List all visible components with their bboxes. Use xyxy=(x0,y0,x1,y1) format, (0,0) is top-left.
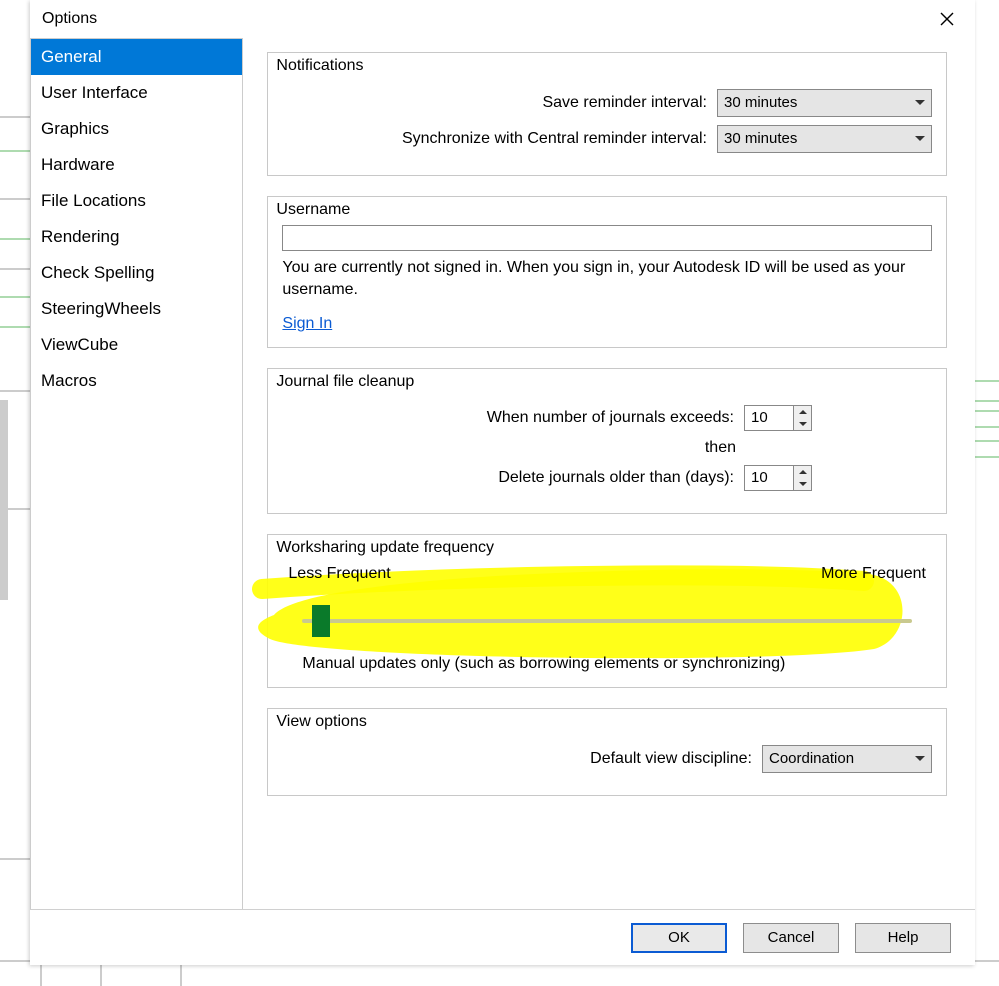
journal-older-label: Delete journals older than (days): xyxy=(498,469,734,487)
username-note: You are currently not signed in. When yo… xyxy=(282,257,932,301)
sidebar-item-macros[interactable]: Macros xyxy=(31,363,242,399)
chevron-down-icon xyxy=(915,756,925,761)
spinner-up-icon[interactable] xyxy=(794,406,811,418)
options-dialog: Options General User Interface Graphics … xyxy=(30,0,975,965)
journal-legend: Journal file cleanup xyxy=(276,373,414,391)
journal-exceeds-input[interactable] xyxy=(744,405,794,431)
sync-reminder-value: 30 minutes xyxy=(724,130,797,147)
journal-group: Journal file cleanup When number of jour… xyxy=(267,368,947,514)
sync-reminder-label: Synchronize with Central reminder interv… xyxy=(402,130,707,148)
username-input[interactable] xyxy=(282,225,932,251)
spinner-up-icon[interactable] xyxy=(794,466,811,478)
journal-exceeds-spinner[interactable] xyxy=(744,405,812,431)
view-discipline-value: Coordination xyxy=(769,750,854,767)
close-button[interactable] xyxy=(927,4,967,34)
worksharing-legend: Worksharing update frequency xyxy=(276,539,494,557)
view-discipline-label: Default view discipline: xyxy=(590,750,752,768)
ws-more-label: More Frequent xyxy=(821,565,926,583)
notifications-group: Notifications Save reminder interval: 30… xyxy=(267,52,947,176)
view-options-group: View options Default view discipline: Co… xyxy=(267,708,947,796)
journal-exceeds-label: When number of journals exceeds: xyxy=(487,409,734,427)
sidebar-item-file-locations[interactable]: File Locations xyxy=(31,183,242,219)
spinner-down-icon[interactable] xyxy=(794,418,811,430)
journal-older-spinner[interactable] xyxy=(744,465,812,491)
worksharing-group: Worksharing update frequency Less Freque… xyxy=(267,534,947,688)
ws-slider-track[interactable] xyxy=(302,619,912,623)
username-group: Username You are currently not signed in… xyxy=(267,196,947,348)
sign-in-link[interactable]: Sign In xyxy=(282,315,332,332)
sync-reminder-combo[interactable]: 30 minutes xyxy=(717,125,932,153)
cancel-button[interactable]: Cancel xyxy=(743,923,839,953)
journal-older-input[interactable] xyxy=(744,465,794,491)
window-title: Options xyxy=(42,10,97,28)
journal-then-label: then xyxy=(705,439,736,457)
close-icon xyxy=(940,12,954,26)
view-options-legend: View options xyxy=(276,713,366,731)
view-discipline-combo[interactable]: Coordination xyxy=(762,745,932,773)
sidebar-item-user-interface[interactable]: User Interface xyxy=(31,75,242,111)
sidebar-item-steeringwheels[interactable]: SteeringWheels xyxy=(31,291,242,327)
settings-content: Notifications Save reminder interval: 30… xyxy=(243,38,975,909)
sidebar-item-graphics[interactable]: Graphics xyxy=(31,111,242,147)
chevron-down-icon xyxy=(915,136,925,141)
save-reminder-value: 30 minutes xyxy=(724,94,797,111)
titlebar: Options xyxy=(30,0,975,38)
dialog-footer: OK Cancel Help xyxy=(30,909,975,965)
ok-button[interactable]: OK xyxy=(631,923,727,953)
sidebar-item-check-spelling[interactable]: Check Spelling xyxy=(31,255,242,291)
notifications-legend: Notifications xyxy=(276,57,363,75)
sidebar-item-general[interactable]: General xyxy=(31,39,242,75)
save-reminder-label: Save reminder interval: xyxy=(542,94,707,112)
sidebar-item-viewcube[interactable]: ViewCube xyxy=(31,327,242,363)
save-reminder-combo[interactable]: 30 minutes xyxy=(717,89,932,117)
ws-less-label: Less Frequent xyxy=(288,565,390,583)
username-legend: Username xyxy=(276,201,350,219)
ws-description: Manual updates only (such as borrowing e… xyxy=(302,655,932,673)
spinner-down-icon[interactable] xyxy=(794,478,811,490)
ws-slider-thumb[interactable] xyxy=(312,605,330,637)
help-button[interactable]: Help xyxy=(855,923,951,953)
sidebar-item-hardware[interactable]: Hardware xyxy=(31,147,242,183)
category-sidebar: General User Interface Graphics Hardware… xyxy=(30,38,243,910)
chevron-down-icon xyxy=(915,100,925,105)
sidebar-item-rendering[interactable]: Rendering xyxy=(31,219,242,255)
